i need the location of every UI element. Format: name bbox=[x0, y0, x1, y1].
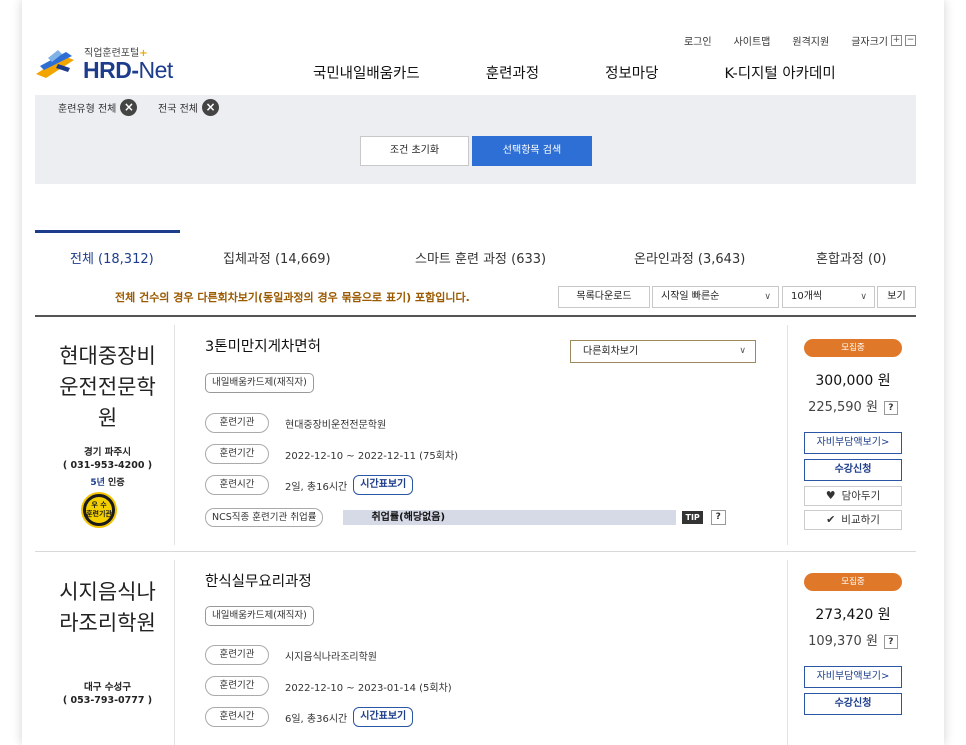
sort-select[interactable]: 시작일 빠른순 ∨ bbox=[652, 286, 779, 308]
chevron-down-icon: ∨ bbox=[739, 346, 746, 356]
font-size-label: 글자크기 bbox=[851, 37, 888, 48]
course-title[interactable]: 한식실무요리과정 bbox=[205, 570, 312, 591]
list-download-button[interactable]: 목록다운로드 bbox=[558, 286, 650, 308]
filter-chip-region: 전국 전체 × bbox=[158, 99, 219, 116]
count-notice: 전체 건수의 경우 다른회차보기(동일과정의 경우 묶음으로 표기) 포함입니다… bbox=[115, 291, 470, 304]
chevron-down-icon: ∨ bbox=[860, 292, 867, 302]
filter-chip-type: 훈련유형 전체 × bbox=[58, 99, 138, 116]
close-icon[interactable]: × bbox=[120, 99, 138, 116]
wishlist-button[interactable]: ♥ 담아두기 bbox=[804, 486, 902, 506]
institution-phone: ( 031-953-4200 ) bbox=[62, 460, 153, 471]
course-type-tabs: 전체 (18,312) 집체과정 (14,669) 스마트 훈련 과정 (633… bbox=[35, 230, 916, 280]
per-page-select[interactable]: 10개씩 ∨ bbox=[782, 286, 875, 308]
tab-online[interactable]: 온라인과정 (3,643) bbox=[634, 248, 745, 267]
org-value: 현대중장비운전전문학원 bbox=[285, 419, 387, 431]
status-badge: 모집중 bbox=[804, 339, 902, 357]
other-sessions-select[interactable]: 다른회차보기 ∨ bbox=[570, 340, 756, 363]
info-row-org: 훈련기관 시지음식나라조리학원 bbox=[205, 645, 377, 665]
info-row-time: 훈련시간 2일, 총16시간 시간표보기 bbox=[205, 475, 414, 495]
label-pill: 훈련기간 bbox=[205, 444, 269, 464]
info-row-period: 훈련기간 2022-12-10 ~ 2023-01-14 (5회차) bbox=[205, 676, 452, 696]
login-link[interactable]: 로그인 bbox=[684, 33, 712, 48]
employment-rate-bar: 취업률(해당없음) bbox=[343, 510, 677, 525]
main-nav: 국민내일배움카드 훈련과정 정보마당 K-디지털 아카데미 bbox=[313, 62, 902, 83]
institution-phone: ( 053-793-0777 ) bbox=[62, 695, 153, 706]
timetable-button[interactable]: 시간표보기 bbox=[353, 475, 414, 495]
compare-button[interactable]: ✔ 비교하기 bbox=[804, 510, 902, 530]
search-selected-button[interactable]: 선택항목 검색 bbox=[472, 136, 592, 166]
remote-support-link[interactable]: 원격지원 bbox=[792, 33, 829, 48]
period-value: 2022-12-10 ~ 2022-12-11 (75회차) bbox=[285, 450, 459, 462]
utility-nav: 로그인 사이트맵 원격지원 글자크기 + − bbox=[684, 33, 916, 48]
course-price: 300,000 원 bbox=[815, 373, 891, 389]
course-price: 273,420 원 bbox=[815, 607, 891, 623]
label-pill: 훈련시간 bbox=[205, 707, 269, 727]
time-value: 2일, 총16시간 bbox=[285, 481, 348, 493]
logo-icon bbox=[36, 50, 74, 78]
institution-location: 경기 파주시 bbox=[83, 447, 131, 458]
course-title[interactable]: 3톤미만지게차면허 bbox=[205, 335, 321, 356]
filter-chip-label: 훈련유형 전체 bbox=[58, 104, 117, 115]
apply-button[interactable]: 수강신청 bbox=[804, 459, 902, 481]
column-divider bbox=[787, 560, 788, 745]
info-row-period: 훈련기간 2022-12-10 ~ 2022-12-11 (75회차) bbox=[205, 444, 458, 464]
timetable-button[interactable]: 시간표보기 bbox=[353, 707, 414, 727]
info-row-employment: NCS직종 훈련기관 취업률 취업률(해당없음) TIP ? bbox=[205, 508, 726, 527]
course-type-tag: 내일배움카드제(재직자) bbox=[205, 373, 314, 393]
tab-smart[interactable]: 스마트 훈련 과정 (633) bbox=[415, 248, 546, 267]
nav-item-card[interactable]: 국민내일배움카드 bbox=[313, 62, 420, 83]
site-logo[interactable]: 직업훈련포털+ HRD-Net bbox=[34, 44, 194, 84]
nav-item-courses[interactable]: 훈련과정 bbox=[486, 62, 539, 83]
tab-classroom[interactable]: 집체과정 (14,669) bbox=[223, 248, 331, 267]
ncs-label-pill: NCS직종 훈련기관 취업률 bbox=[205, 508, 324, 527]
help-button[interactable]: ? bbox=[883, 400, 898, 415]
tab-all[interactable]: 전체 (18,312) bbox=[70, 248, 154, 267]
column-divider bbox=[787, 325, 788, 545]
help-button[interactable]: ? bbox=[710, 510, 726, 525]
label-pill: 훈련기관 bbox=[205, 413, 269, 433]
institution-location: 대구 수성구 bbox=[83, 682, 131, 693]
course-row: 시지음식나 라조리학원 대구 수성구 ( 053-793-0777 ) 한식실무… bbox=[35, 552, 916, 745]
font-increase-button[interactable]: + bbox=[891, 35, 902, 46]
sitemap-link[interactable]: 사이트맵 bbox=[734, 33, 771, 48]
status-badge: 모집중 bbox=[804, 573, 902, 591]
certification-badge: 5년 인증 bbox=[90, 478, 125, 488]
org-value: 시지음식나라조리학원 bbox=[285, 651, 377, 663]
nav-item-info[interactable]: 정보마당 bbox=[605, 62, 658, 83]
chevron-down-icon: ∨ bbox=[764, 292, 771, 302]
heart-icon: ♥ bbox=[825, 489, 836, 502]
nav-item-kdigital[interactable]: K-디지털 아카데미 bbox=[724, 62, 835, 83]
font-size-control: 글자크기 + − bbox=[851, 33, 916, 48]
help-button[interactable]: ? bbox=[883, 634, 898, 649]
institution-name[interactable]: 현대중장비 운전전문학 원 bbox=[35, 341, 180, 434]
self-pay-view-button[interactable]: 자비부담액보기> bbox=[804, 666, 902, 688]
period-value: 2022-12-10 ~ 2023-01-14 (5회차) bbox=[285, 682, 452, 694]
info-row-time: 훈련시간 6일, 총36시간 시간표보기 bbox=[205, 707, 414, 727]
view-button[interactable]: 보기 bbox=[877, 286, 916, 308]
label-pill: 훈련기간 bbox=[205, 676, 269, 696]
filter-chip-label: 전국 전체 bbox=[158, 104, 198, 115]
self-pay-price: 109,370 원? bbox=[804, 630, 902, 649]
excellent-institution-seal-icon: 우 수 훈련기관 bbox=[81, 492, 117, 528]
course-type-tag: 내일배움카드제(재직자) bbox=[205, 606, 314, 626]
tip-badge[interactable]: TIP bbox=[682, 511, 703, 524]
self-pay-view-button[interactable]: 자비부담액보기> bbox=[804, 432, 902, 454]
apply-button[interactable]: 수강신청 bbox=[804, 693, 902, 715]
institution-name[interactable]: 시지음식나 라조리학원 bbox=[35, 577, 180, 639]
tab-blended[interactable]: 혼합과정 (0) bbox=[816, 248, 886, 267]
self-pay-price: 225,590 원? bbox=[804, 396, 902, 415]
label-pill: 훈련기관 bbox=[205, 645, 269, 665]
active-tab-indicator bbox=[35, 230, 180, 233]
logo-wordmark: HRD-Net bbox=[83, 57, 173, 83]
check-icon: ✔ bbox=[826, 513, 836, 526]
course-row: 현대중장비 운전전문학 원 경기 파주시 ( 031-953-4200 ) 5년… bbox=[35, 317, 916, 552]
reset-filters-button[interactable]: 조건 초기화 bbox=[360, 136, 469, 166]
close-icon[interactable]: × bbox=[201, 99, 219, 116]
filter-panel: 훈련유형 전체 × 전국 전체 × 조건 초기화 선택항목 검색 bbox=[35, 95, 916, 184]
time-value: 6일, 총36시간 bbox=[285, 713, 348, 725]
font-decrease-button[interactable]: − bbox=[905, 35, 916, 46]
info-row-org: 훈련기관 현대중장비운전전문학원 bbox=[205, 413, 386, 433]
label-pill: 훈련시간 bbox=[205, 475, 269, 495]
